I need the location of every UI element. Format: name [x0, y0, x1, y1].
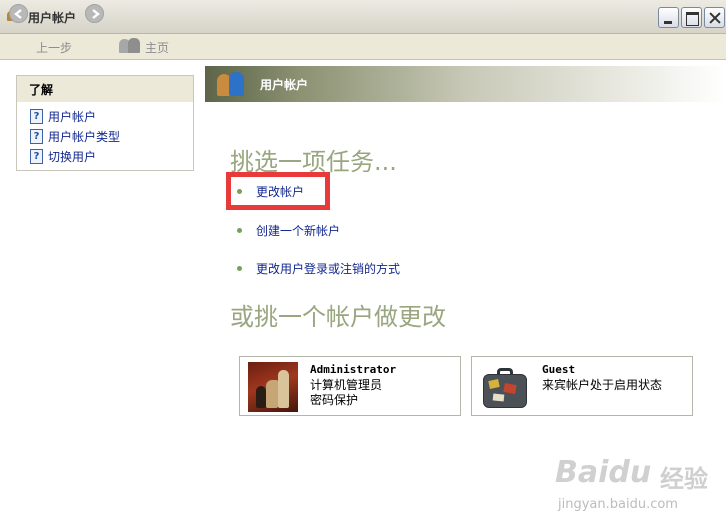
account-name: Administrator [310, 363, 397, 376]
pick-account-heading: 或挑一个帐户做更改 [230, 303, 446, 331]
sidebar-item-account-types[interactable]: ? 用户帐户类型 [30, 128, 120, 144]
baidu-watermark: Baidu 经验 jingyan.baidu.com [555, 455, 725, 525]
watermark-url: jingyan.baidu.com [558, 497, 678, 512]
watermark-cn-text: 经验 [660, 465, 708, 493]
help-icon: ? [30, 148, 43, 164]
back-button-label[interactable]: 上一步 [36, 39, 72, 56]
help-icon: ? [30, 108, 43, 124]
account-administrator[interactable]: Administrator 计算机管理员 密码保护 [239, 356, 461, 416]
home-button-label[interactable]: 主页 [145, 39, 169, 56]
user-accounts-icon [215, 70, 249, 98]
sidebar-item-label: 切换用户 [48, 149, 97, 164]
bullet-icon [237, 228, 242, 233]
account-status: 来宾帐户处于启用状态 [542, 378, 663, 392]
close-button[interactable] [704, 7, 725, 28]
back-arrow-icon[interactable] [9, 4, 28, 23]
account-guest[interactable]: Guest 来宾帐户处于启用状态 [471, 356, 693, 416]
header-banner: 用户帐户 [205, 66, 726, 102]
title-bar: 用户帐户 [0, 0, 726, 34]
sidebar-item-label: 用户帐户 [48, 109, 97, 124]
minimize-button[interactable] [658, 7, 679, 28]
window-title: 用户帐户 [28, 11, 77, 25]
toolbar [0, 34, 726, 60]
task-label: 更改用户登录或注销的方式 [256, 262, 401, 276]
sidebar-item-user-accounts[interactable]: ? 用户帐户 [30, 108, 96, 124]
highlight-box [226, 172, 330, 210]
sidebar-item-label: 用户帐户类型 [48, 129, 121, 144]
task-change-logon[interactable]: 更改用户登录或注销的方式 [237, 260, 400, 277]
help-icon: ? [30, 128, 43, 144]
account-status: 密码保护 [310, 393, 359, 407]
suitcase-avatar [480, 362, 530, 412]
account-name: Guest [542, 363, 576, 376]
chess-avatar [248, 362, 298, 412]
forward-arrow-icon[interactable] [85, 4, 104, 23]
left-pane: 了解 ? 用户帐户 ? 用户帐户类型 ? 切换用户 [0, 60, 205, 527]
maximize-button[interactable] [681, 7, 702, 28]
banner-title: 用户帐户 [260, 78, 309, 92]
learn-header: 了解 [17, 76, 193, 102]
task-create-account[interactable]: 创建一个新帐户 [237, 222, 340, 239]
home-users-icon[interactable] [119, 38, 141, 54]
task-label: 创建一个新帐户 [256, 224, 341, 238]
watermark-logo-text: Baidu [555, 455, 652, 490]
learn-about-panel: 了解 ? 用户帐户 ? 用户帐户类型 ? 切换用户 [16, 75, 194, 171]
sidebar-item-switch-user[interactable]: ? 切换用户 [30, 148, 96, 164]
bullet-icon [237, 266, 242, 271]
